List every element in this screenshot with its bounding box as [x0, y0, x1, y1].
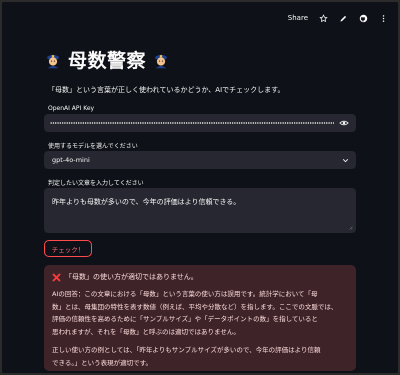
- api-key-label: OpenAI API Key: [48, 105, 95, 112]
- more-menu-icon[interactable]: [378, 13, 388, 23]
- example-line: 正しい使い方の例としては、「昨年よりもサンプルサイズが多いので、今年の評価はより…: [52, 346, 321, 354]
- app-title: 母数警察: [68, 50, 147, 72]
- github-icon[interactable]: [358, 13, 368, 23]
- chevron-down-icon: [342, 159, 349, 163]
- show-password-icon[interactable]: [339, 118, 349, 128]
- police-officer-icon: [47, 54, 59, 68]
- page-title: 母数警察: [44, 46, 170, 73]
- model-selected-value: gpt-4o-mini: [52, 156, 90, 164]
- toolbar: Share: [288, 10, 388, 26]
- star-icon[interactable]: [318, 13, 328, 23]
- error-alert: 「母数」の使い方が適切ではありません。 AIの回答：この文章における「母数」とい…: [44, 265, 356, 371]
- model-select-label: 使用するモデルを選んでください: [48, 143, 138, 150]
- police-officer-icon: [155, 54, 168, 68]
- app-description: 「母数」という言葉が正しく使われているかどうか、AIでチェックします。: [48, 86, 285, 94]
- ai-answer-line: 数」とは、母集団の特性を表す数値（例えば、平均や分散など）を指します。ここでの文…: [52, 302, 338, 311]
- share-button[interactable]: Share: [288, 14, 308, 22]
- text-input-area[interactable]: 昨年よりも母数が多いので、今年の評価はより信頼できる。: [44, 188, 356, 233]
- masked-password-value: [50, 122, 334, 124]
- example-line: できる。」という表現が適切です。: [52, 358, 152, 367]
- ai-answer-line: 評価の信頼性を高めるために「サンプルサイズ」や「データポイントの数」を指している…: [52, 315, 318, 323]
- correct-usage-example: 正しい使い方の例としては、「昨年よりもサンプルサイズが多いので、今年の評価はより…: [52, 344, 348, 369]
- model-select[interactable]: gpt-4o-mini: [44, 151, 356, 169]
- alert-heading: 「母数」の使い方が適切ではありません。: [52, 272, 198, 282]
- pencil-icon[interactable]: [338, 13, 348, 23]
- text-input-label: 判定したい文章を入力してください: [48, 180, 144, 187]
- resize-handle-icon[interactable]: [348, 225, 353, 230]
- ai-answer-text: AIの回答：この文章における「母数」という言葉の使い方は誤用です。統計学において…: [52, 288, 348, 338]
- check-button[interactable]: チェック！: [44, 240, 92, 257]
- red-cross-icon: [52, 273, 61, 281]
- alert-heading-text: 「母数」の使い方が適切ではありません。: [65, 273, 198, 281]
- ai-answer-line: 思われますが、それを「母数」と呼ぶのは適切ではありません。: [52, 327, 240, 336]
- ai-answer-line: AIの回答：この文章における「母数」という言葉の使い方は誤用です。統計学において…: [52, 290, 318, 298]
- app-window: Share 母数警察 「母数」という言葉が正しく使われているかどうか、AIでチェ…: [2, 2, 398, 373]
- api-key-input[interactable]: [44, 114, 356, 132]
- text-input-value: 昨年よりも母数が多いので、今年の評価はより信頼できる。: [52, 198, 241, 206]
